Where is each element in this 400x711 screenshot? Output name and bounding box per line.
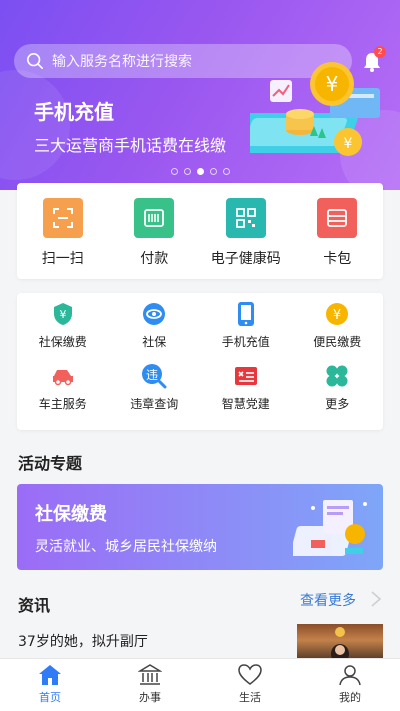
carousel-indicator [0, 168, 400, 175]
carousel-dot[interactable] [222, 168, 230, 175]
svg-text:¥: ¥ [326, 72, 339, 96]
news-section-title: 资讯 [18, 596, 51, 615]
party-building-icon [233, 363, 259, 389]
service-label: 智慧党建 [221, 397, 270, 411]
services-card: ¥ 社保缴费 社保 手机充值 ¥ 便民缴费 车主服务 违 违章查询 智慧党建 更… [17, 293, 383, 430]
tab-life[interactable]: 生活 [200, 659, 300, 711]
carousel-dot[interactable] [209, 168, 217, 175]
service-utility-pay[interactable]: ¥ 便民缴费 [292, 301, 384, 359]
activity-banner[interactable]: 社保缴费 灵活就业、城乡居民社保缴纳 [17, 484, 383, 570]
tab-label: 办事 [139, 691, 161, 704]
government-building-icon [138, 664, 162, 685]
service-label: 社保 [142, 335, 167, 349]
notification-badge: 2 [374, 46, 386, 58]
quick-action-label: 电子健康码 [210, 251, 281, 267]
heart-icon [238, 664, 262, 685]
search-placeholder[interactable]: 输入服务名称进行搜索 [52, 51, 192, 71]
hero-subtitle: 三大运营商手机话费在线缴 [34, 136, 227, 155]
news-item-title[interactable]: 37岁的她，拟升副厅 [18, 631, 148, 651]
service-label: 更多 [325, 397, 350, 411]
scan-icon [42, 198, 83, 238]
carousel-dot[interactable] [170, 168, 178, 175]
svg-text:¥: ¥ [344, 136, 353, 152]
quick-action-label: 扫一扫 [41, 251, 84, 267]
service-violation-query[interactable]: 违 违章查询 [109, 363, 201, 421]
service-social-security[interactable]: 社保 [109, 301, 201, 359]
service-social-security-pay[interactable]: ¥ 社保缴费 [17, 301, 109, 359]
decorative-circle [0, 70, 70, 180]
service-phone-recharge[interactable]: 手机充值 [200, 301, 292, 359]
quick-action-label: 付款 [140, 251, 169, 267]
chevron-right-icon[interactable] [370, 590, 382, 608]
barcode-icon [134, 198, 175, 238]
social-security-illustration [293, 500, 367, 556]
card-wallet-icon [317, 198, 358, 238]
tab-label: 首页 [39, 691, 61, 704]
search-icon [26, 52, 44, 70]
tab-label: 生活 [239, 691, 261, 704]
home-icon [39, 665, 61, 685]
social-security-icon [141, 301, 167, 327]
bottom-tab-bar: 首页 办事 生活 我的 [0, 658, 400, 711]
quick-actions-card: 扫一扫 付款 电子健康码 卡包 [17, 183, 383, 279]
social-security-pay-icon: ¥ [50, 301, 76, 327]
svg-text:违: 违 [146, 368, 158, 382]
car-icon [50, 363, 76, 389]
tab-label: 我的 [339, 691, 361, 704]
service-label: 违章查询 [130, 397, 179, 411]
user-icon [339, 665, 361, 686]
utility-pay-icon: ¥ [324, 301, 350, 327]
violation-query-icon: 违 [141, 363, 167, 389]
service-more[interactable]: 更多 [292, 363, 384, 421]
tab-home[interactable]: 首页 [0, 659, 100, 711]
phone-recharge-icon [233, 301, 259, 327]
service-label: 车主服务 [38, 397, 87, 411]
hero-title: 手机充值 [34, 100, 114, 124]
service-label: 手机充值 [221, 335, 270, 349]
service-party-building[interactable]: 智慧党建 [200, 363, 292, 421]
qrcode-icon [225, 198, 266, 238]
recharge-illustration: ¥ ¥ [250, 62, 380, 156]
svg-text:¥: ¥ [333, 308, 341, 323]
quick-action-label: 卡包 [323, 251, 352, 267]
quick-action-pay[interactable]: 付款 [109, 183, 201, 268]
more-icon [324, 363, 350, 389]
quick-action-scan[interactable]: 扫一扫 [17, 183, 109, 268]
activity-section-title: 活动专题 [18, 454, 83, 473]
quick-action-card-wallet[interactable]: 卡包 [292, 183, 384, 268]
hero-banner[interactable]: 输入服务名称进行搜索 2 手机充值 三大运营商手机话费在线缴 ¥ ¥ [0, 0, 400, 190]
news-more-link[interactable]: 查看更多 [300, 590, 356, 610]
activity-banner-title: 社保缴费 [35, 504, 107, 525]
service-label: 社保缴费 [38, 335, 87, 349]
service-car-owner[interactable]: 车主服务 [17, 363, 109, 421]
carousel-dot-active[interactable] [196, 168, 204, 175]
tab-mine[interactable]: 我的 [300, 659, 400, 711]
quick-action-health-code[interactable]: 电子健康码 [200, 183, 292, 268]
activity-banner-subtitle: 灵活就业、城乡居民社保缴纳 [35, 539, 217, 555]
carousel-dot[interactable] [183, 168, 191, 175]
service-label: 便民缴费 [313, 335, 362, 349]
svg-text:¥: ¥ [59, 308, 66, 321]
tab-services[interactable]: 办事 [100, 659, 200, 711]
